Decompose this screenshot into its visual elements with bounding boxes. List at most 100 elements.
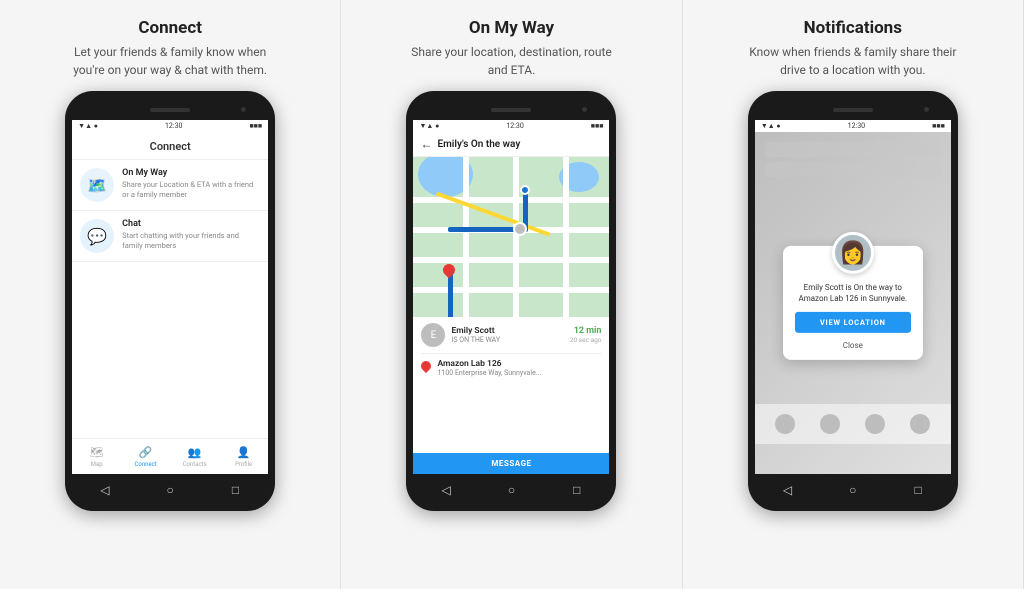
chat-item-label: Chat (122, 219, 260, 229)
road-v2 (513, 157, 519, 317)
p3-battery: ■■■ (932, 122, 945, 130)
section3-desc: Know when friends & family share their d… (743, 43, 963, 79)
phone1-bottom-nav: ◁ ○ □ (72, 479, 268, 501)
person-status: IS ON THE WAY (451, 336, 563, 344)
back-button-1[interactable]: ◁ (97, 482, 113, 498)
phone1-status-bar: ▼▲ ● 12:30 ■■■ (72, 120, 268, 132)
map-pin-end (520, 185, 530, 195)
home-button-3[interactable]: ○ (845, 482, 861, 498)
nav-contacts-label: Contacts (183, 461, 207, 468)
phone3-camera (924, 107, 929, 112)
home-button-2[interactable]: ○ (503, 482, 519, 498)
map-nav-icon: 🗺 (90, 446, 104, 459)
contacts-nav-icon: 👥 (188, 446, 202, 459)
phone2-top (413, 103, 609, 117)
p2-battery: ■■■ (591, 122, 604, 130)
recent-icon-3: □ (915, 483, 922, 497)
omw-back-arrow[interactable]: ← (420, 137, 432, 151)
nav-map[interactable]: 🗺 Map (72, 439, 121, 474)
section-connect: Connect Let your friends & family know w… (0, 0, 341, 589)
close-notification-button[interactable]: Close (843, 341, 863, 350)
section-notifications: Notifications Know when friends & family… (683, 0, 1024, 589)
omw-info-section: E Emily Scott IS ON THE WAY 12 min 20 se… (413, 317, 609, 453)
phone3-bottom-nav: ◁ ○ □ (755, 479, 951, 501)
home-button-1[interactable]: ○ (162, 482, 178, 498)
dest-pin-icon (419, 359, 433, 373)
nav-connect[interactable]: 🔗 Connect (121, 439, 170, 474)
route-v (448, 272, 453, 317)
connect-item-omw[interactable]: 🗺️ On My Way Share your Location & ETA w… (72, 160, 268, 211)
person-name: Emily Scott (451, 326, 563, 336)
profile-nav-icon: 👤 (237, 446, 251, 459)
phone1-screen: ▼▲ ● 12:30 ■■■ Connect 🗺️ On My Way Shar… (72, 120, 268, 474)
phone1-speaker (150, 108, 190, 112)
section2-desc: Share your location, destination, route … (401, 43, 621, 79)
phone3-speaker (833, 108, 873, 112)
connect-nav-icon: 🔗 (139, 446, 153, 459)
bg-avatar-1 (775, 414, 795, 434)
chat-item-text: Chat Start chatting with your friends an… (122, 219, 260, 251)
phone1-camera (241, 107, 246, 112)
back-button-3[interactable]: ◁ (779, 482, 795, 498)
bg-row-2 (765, 162, 941, 177)
home-icon-3: ○ (849, 483, 856, 497)
bg-row-1 (765, 142, 941, 157)
back-button-2[interactable]: ◁ (438, 482, 454, 498)
phone3-top (755, 103, 951, 117)
recent-icon-2: □ (573, 483, 580, 497)
section1-title: Connect (138, 18, 202, 38)
phone2-screen: ▼▲ ● 12:30 ■■■ ← Emily's On the way (413, 120, 609, 474)
back-icon-3: ◁ (783, 483, 792, 497)
omw-item-text: On My Way Share your Location & ETA with… (122, 168, 260, 200)
recent-button-2[interactable]: □ (569, 482, 585, 498)
dest-info: Amazon Lab 126 1100 Enterprise Way, Sunn… (437, 359, 601, 377)
notification-card: 👩 Emily Scott is On the way to Amazon La… (783, 246, 923, 360)
eta-block: 12 min 20 sec ago (570, 326, 602, 344)
eta-ago: 20 sec ago (570, 336, 602, 344)
chat-item-desc: Start chatting with your friends and fam… (122, 231, 260, 251)
phone2-bottom-nav: ◁ ○ □ (413, 479, 609, 501)
notif-message: Emily Scott is On the way to Amazon Lab … (795, 282, 911, 304)
connect-screen-header: Connect (72, 132, 268, 160)
nav-profile[interactable]: 👤 Profile (219, 439, 268, 474)
message-button[interactable]: MESSAGE (413, 453, 609, 474)
phone2-camera (582, 107, 587, 112)
phone2-status-bar: ▼▲ ● 12:30 ■■■ (413, 120, 609, 132)
notif-avatar: 👩 (832, 232, 874, 274)
chat-icon-wrap: 💬 (80, 219, 114, 253)
phone-1: ▼▲ ● 12:30 ■■■ Connect 🗺️ On My Way Shar… (65, 91, 275, 511)
connect-item-chat[interactable]: 💬 Chat Start chatting with your friends … (72, 211, 268, 262)
back-icon-2: ◁ (442, 483, 451, 497)
phone3-screen: ▼▲ ● 12:30 ■■■ 👩 Emily Scott is On the w… (755, 120, 951, 474)
p2-signal: ▼▲ ● (419, 122, 439, 130)
notif-avatar-icon: 👩 (839, 240, 866, 265)
phone-2: ▼▲ ● 12:30 ■■■ ← Emily's On the way (406, 91, 616, 511)
nav-contacts[interactable]: 👥 Contacts (170, 439, 219, 474)
map-user-avatar (513, 222, 527, 236)
section2-title: On My Way (469, 18, 554, 38)
p3-time: 12:30 (848, 122, 865, 130)
recent-button-3[interactable]: □ (910, 482, 926, 498)
phone1-top (72, 103, 268, 117)
p2-time: 12:30 (506, 122, 523, 130)
notification-screen: 👩 Emily Scott is On the way to Amazon La… (755, 132, 951, 474)
road-h3 (413, 257, 609, 263)
recent-button-1[interactable]: □ (227, 482, 243, 498)
road-v3 (563, 157, 569, 317)
info-divider (421, 353, 601, 354)
person-avatar: E (421, 323, 445, 347)
status-time: 12:30 (165, 122, 182, 130)
dest-name: Amazon Lab 126 (437, 359, 601, 369)
road-v1 (463, 157, 469, 317)
map-view (413, 157, 609, 317)
bg-avatar-4 (910, 414, 930, 434)
omw-item-label: On My Way (122, 168, 260, 178)
omw-icon-wrap: 🗺️ (80, 168, 114, 202)
chat-icon: 💬 (87, 227, 107, 246)
notif-bottom-bar (755, 404, 951, 444)
phone2-speaker (491, 108, 531, 112)
status-battery: ■■■ (249, 122, 262, 130)
view-location-button[interactable]: VIEW LOCATION (795, 312, 911, 333)
bg-avatar-3 (865, 414, 885, 434)
omw-header: ← Emily's On the way (413, 132, 609, 157)
